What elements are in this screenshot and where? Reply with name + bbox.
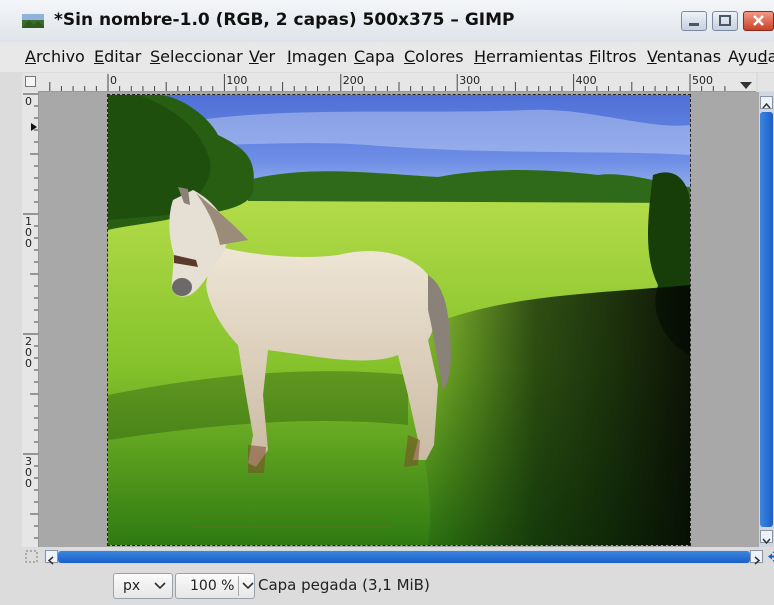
menu-editar-label: ditar xyxy=(104,47,142,66)
menu-archivo-label: rchivo xyxy=(35,47,85,66)
menu-herramientas[interactable]: Herramientas xyxy=(474,47,583,66)
menu-ayuda-mnemonic: d xyxy=(757,47,768,66)
menu-herramientas-label: erramientas xyxy=(486,47,583,66)
ruler-label: 300 xyxy=(25,455,32,490)
close-icon xyxy=(753,15,764,26)
ruler-label: 200 xyxy=(25,335,32,370)
menu-ventanas-mnemonic: V xyxy=(647,47,657,66)
menu-capa-label: apa xyxy=(365,47,395,66)
chevron-up-icon xyxy=(762,102,771,109)
ruler-label: 0 xyxy=(110,74,117,87)
zoom-value: 100 % xyxy=(190,578,235,594)
ruler-label: 0 xyxy=(25,95,32,108)
menu-editar[interactable]: Editar xyxy=(94,47,141,66)
zoom-separator xyxy=(238,576,239,596)
zoom-corner xyxy=(758,73,774,91)
window-title: *Sin nombre-1.0 (RGB, 2 capas) 500x375 –… xyxy=(54,10,515,30)
menu-seleccionar-mnemonic: S xyxy=(150,47,161,66)
menu-ayuda[interactable]: Ayuda xyxy=(728,47,774,66)
menu-ventanas-label: entanas xyxy=(656,47,722,66)
horizontal-ruler[interactable]: 0 100 200 300 400 500 xyxy=(38,73,756,92)
maximize-button[interactable] xyxy=(712,11,738,31)
menu-herramientas-mnemonic: H xyxy=(474,47,487,66)
horizontal-scroll-row xyxy=(22,547,774,566)
close-button[interactable] xyxy=(743,11,774,31)
menu-editar-mnemonic: E xyxy=(94,47,105,66)
vertical-ruler[interactable]: 0 1 0 0 2 0 0 3 0 0 xyxy=(22,91,39,547)
menu-imagen-label: magen xyxy=(291,47,348,66)
chevron-down-icon xyxy=(242,582,254,590)
menu-ayuda-label: a xyxy=(767,47,774,66)
menu-filtros-label: iltros xyxy=(597,47,637,66)
menu-capa-mnemonic: C xyxy=(354,47,366,66)
scroll-left-button[interactable] xyxy=(45,550,58,565)
menu-ver-mnemonic: V xyxy=(249,47,259,66)
horizontal-scroll-thumb[interactable] xyxy=(58,551,750,563)
status-bar: px 100 % Capa pegada (3,1 MiB) xyxy=(0,566,774,605)
menu-colores-mnemonic: C xyxy=(404,47,416,66)
zoom-follow-icon[interactable] xyxy=(738,79,754,91)
menu-capa[interactable]: Capa xyxy=(354,47,395,66)
menu-archivo-mnemonic: A xyxy=(25,47,36,66)
gimp-icon xyxy=(22,14,44,28)
menu-ventanas[interactable]: Ventanas xyxy=(647,47,721,66)
navigate-icon[interactable] xyxy=(768,549,774,564)
scroll-up-button[interactable] xyxy=(760,96,773,109)
horizontal-scrollbar[interactable] xyxy=(44,550,764,565)
zoom-select[interactable]: 100 % xyxy=(175,573,255,599)
ruler-label: 100 xyxy=(25,215,32,250)
canvas-area[interactable] xyxy=(39,92,759,547)
scroll-down-button[interactable] xyxy=(760,530,773,545)
title-bar: *Sin nombre-1.0 (RGB, 2 capas) 500x375 –… xyxy=(0,0,774,42)
quick-mask-icon[interactable] xyxy=(25,550,38,563)
menu-ver-label: er xyxy=(258,47,276,66)
minimize-button[interactable] xyxy=(681,11,707,31)
chevron-left-icon xyxy=(47,556,54,565)
scroll-right-button[interactable] xyxy=(750,550,763,565)
menu-seleccionar-label: eleccionar xyxy=(160,47,243,66)
chevron-right-icon xyxy=(754,556,761,565)
menu-imagen[interactable]: Imagen xyxy=(287,47,347,66)
menu-filtros-mnemonic: F xyxy=(589,47,598,66)
ruler-label: 400 xyxy=(576,74,597,87)
image-canvas[interactable] xyxy=(107,94,691,546)
status-message: Capa pegada (3,1 MiB) xyxy=(258,576,430,594)
menu-bar: Archivo Editar Seleccionar Ver Imagen Capa Col… xyxy=(0,42,774,72)
unit-value: px xyxy=(123,578,141,594)
menu-colores[interactable]: Colores xyxy=(404,47,464,66)
ruler-label: 100 xyxy=(226,74,247,87)
minimize-icon xyxy=(689,23,699,26)
vertical-scroll-thumb[interactable] xyxy=(760,112,773,527)
chevron-down-icon xyxy=(154,582,166,590)
menu-colores-label: olores xyxy=(415,47,464,66)
ruler-label: 500 xyxy=(692,74,713,87)
maximize-icon xyxy=(719,15,731,26)
unit-select[interactable]: px xyxy=(113,573,173,599)
vertical-scrollbar[interactable] xyxy=(759,92,774,547)
menu-archivo[interactable]: Archivo xyxy=(25,47,85,66)
ruler-menu-icon xyxy=(25,76,36,87)
ruler-label: 200 xyxy=(343,74,364,87)
menu-filtros[interactable]: Filtros xyxy=(589,47,637,66)
menu-ayuda-prefix: Ayu xyxy=(728,47,758,66)
ruler-corner-button[interactable] xyxy=(22,73,38,91)
menu-ver[interactable]: Ver xyxy=(249,47,275,66)
chevron-down-icon xyxy=(762,538,771,545)
menu-seleccionar[interactable]: Seleccionar xyxy=(150,47,243,66)
ruler-label: 300 xyxy=(459,74,480,87)
